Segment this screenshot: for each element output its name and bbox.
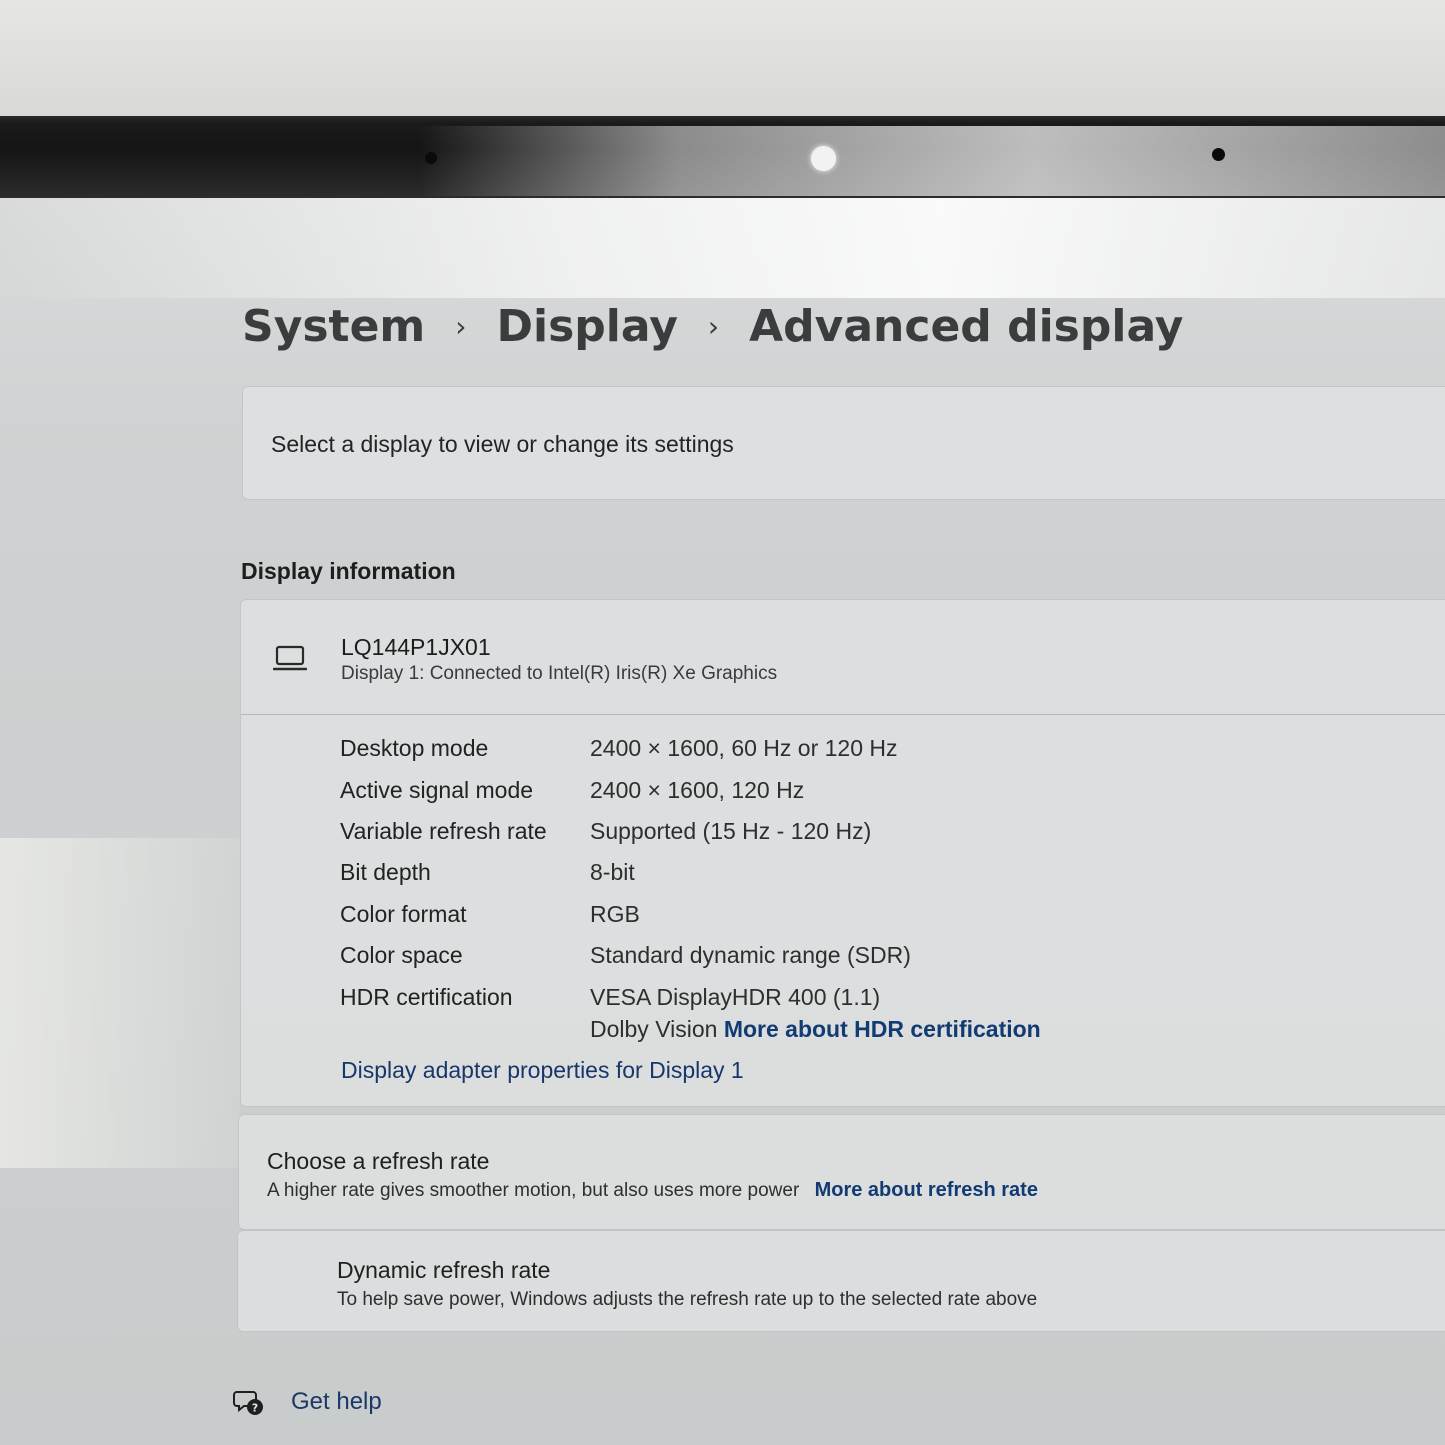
bit-depth-value: 8-bit [590, 859, 635, 885]
refresh-rate-subtitle: A higher rate gives smoother motion, but… [267, 1180, 800, 1201]
breadcrumb-display[interactable]: Display [497, 301, 678, 352]
color-space-label: Color space [340, 942, 463, 968]
hdr-certification-link[interactable]: More about HDR certification [724, 1016, 1041, 1042]
chevron-right-icon: › [455, 309, 467, 343]
variable-refresh-rate-label: Variable refresh rate [340, 818, 547, 844]
color-space-value: Standard dynamic range (SDR) [590, 942, 911, 968]
screen-glare-left [0, 838, 240, 1168]
monitor-name: LQ144P1JX01 [341, 634, 491, 660]
get-help-link[interactable]: ? Get help [233, 1386, 382, 1418]
refresh-rate-card[interactable]: Choose a refresh rate A higher rate give… [238, 1114, 1445, 1230]
sensor-right-icon [1212, 148, 1225, 161]
sensor-left-icon [425, 152, 437, 164]
divider [241, 714, 1445, 715]
bezel-glare [420, 126, 1445, 196]
page-title: Advanced display [749, 300, 1184, 352]
chevron-right-icon: › [707, 309, 720, 343]
hdr-certification-value: VESA DisplayHDR 400 (1.1) [590, 984, 881, 1010]
dynamic-refresh-rate-title: Dynamic refresh rate [337, 1257, 551, 1283]
hdr-certification-label: HDR certification [340, 984, 513, 1010]
desktop-mode-value: 2400 × 1600, 60 Hz or 120 Hz [590, 735, 898, 761]
breadcrumb: System › Display › Advanced display [242, 296, 1183, 356]
breadcrumb-system[interactable]: System [242, 301, 425, 352]
refresh-rate-link[interactable]: More about refresh rate [815, 1179, 1038, 1201]
display-information-card: LQ144P1JX01 Display 1: Connected to Inte… [240, 599, 1445, 1107]
get-help-label: Get help [291, 1388, 382, 1415]
screen-glare [0, 198, 1445, 298]
refresh-rate-title: Choose a refresh rate [267, 1148, 490, 1174]
screen: System › Display › Advanced display Sele… [0, 198, 1445, 1445]
display-information-heading: Display information [241, 558, 456, 584]
laptop-icon [273, 645, 307, 671]
dynamic-refresh-rate-description: To help save power, Windows adjusts the … [337, 1289, 1038, 1310]
laptop-bezel [0, 116, 1445, 198]
help-chat-icon: ? [233, 1391, 263, 1415]
svg-text:?: ? [252, 1402, 258, 1415]
dynamic-refresh-rate-card[interactable]: Dynamic refresh rate To help save power,… [237, 1230, 1445, 1332]
variable-refresh-rate-value: Supported (15 Hz - 120 Hz) [590, 818, 872, 844]
dolby-vision-text: Dolby Vision [590, 1016, 718, 1042]
active-signal-mode-value: 2400 × 1600, 120 Hz [590, 777, 805, 803]
select-display-label: Select a display to view or change its s… [271, 431, 734, 457]
bit-depth-label: Bit depth [340, 859, 431, 885]
desktop-mode-label: Desktop mode [340, 735, 489, 761]
color-format-label: Color format [340, 901, 467, 927]
webcam-icon [811, 146, 836, 171]
monitor-connection: Display 1: Connected to Intel(R) Iris(R)… [341, 663, 778, 684]
background-wall [0, 0, 1445, 118]
hdr-certification-line-2: Dolby Vision More about HDR certificatio… [590, 1016, 1041, 1043]
color-format-value: RGB [590, 901, 640, 927]
refresh-rate-description: A higher rate gives smoother motion, but… [267, 1179, 1038, 1202]
select-display-card[interactable]: Select a display to view or change its s… [242, 386, 1445, 500]
display-adapter-properties-link[interactable]: Display adapter properties for Display 1 [341, 1057, 744, 1084]
active-signal-mode-label: Active signal mode [340, 777, 534, 803]
